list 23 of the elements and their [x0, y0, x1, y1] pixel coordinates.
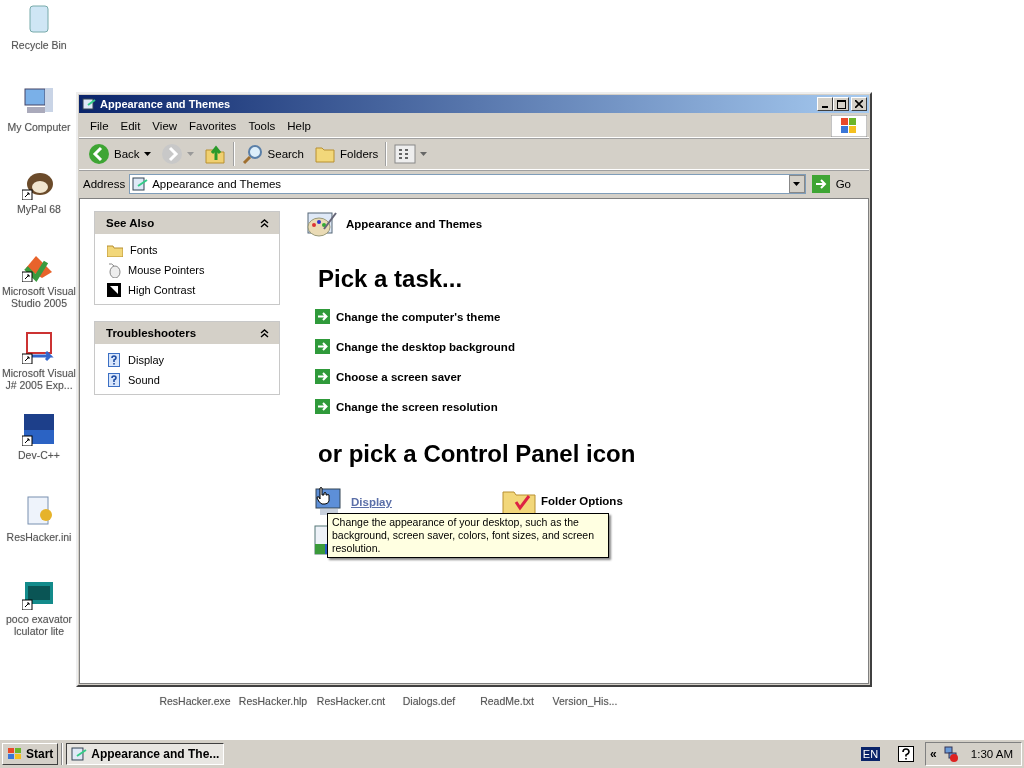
address-label: Address — [83, 178, 126, 190]
desktop-icon-label: poco exavator lculator lite — [5, 613, 73, 637]
task-heading: Pick a task... — [318, 265, 464, 293]
window-title: Appearance and Themes — [100, 98, 232, 110]
desktop-icon-label: Recycle Bin — [11, 39, 67, 51]
desktop-icon-label: ResHacker.exe — [158, 695, 232, 707]
desktop-icon-label: ReadMe.txt — [479, 695, 535, 707]
category-title: Appearance and Themes — [346, 218, 483, 230]
desktop-icon-label: Version_His... — [551, 695, 619, 707]
desktop-icon-label: Microsoft Visual J# 2005 Exp... — [1, 367, 77, 391]
desktop-icon-label: My Computer — [7, 121, 71, 133]
desktop-icon-label: Dev-C++ — [18, 449, 60, 461]
desktop-icon-label: Dialogs.def — [401, 695, 457, 707]
desktop-icon-label: MyPal 68 — [17, 203, 61, 215]
desktop-icon-label: ResHacker.ini — [6, 531, 72, 543]
icon-heading: or pick a Control Panel icon — [318, 440, 637, 468]
panel-title: Troubleshooters — [106, 327, 197, 339]
clock: 1:30 AM — [970, 748, 1013, 760]
panel-title: See Also — [106, 217, 155, 229]
desktop-icon-label: ResHacker.hlp — [237, 695, 309, 707]
desktop-icon-label: ResHacker.cnt — [315, 695, 387, 707]
desktop-icon-label: Microsoft Visual Studio 2005 — [1, 285, 77, 309]
tooltip: Change the appearance of your desktop, such as the background, screen saver, colors, font sizes, and screen resolution. — [327, 513, 609, 558]
